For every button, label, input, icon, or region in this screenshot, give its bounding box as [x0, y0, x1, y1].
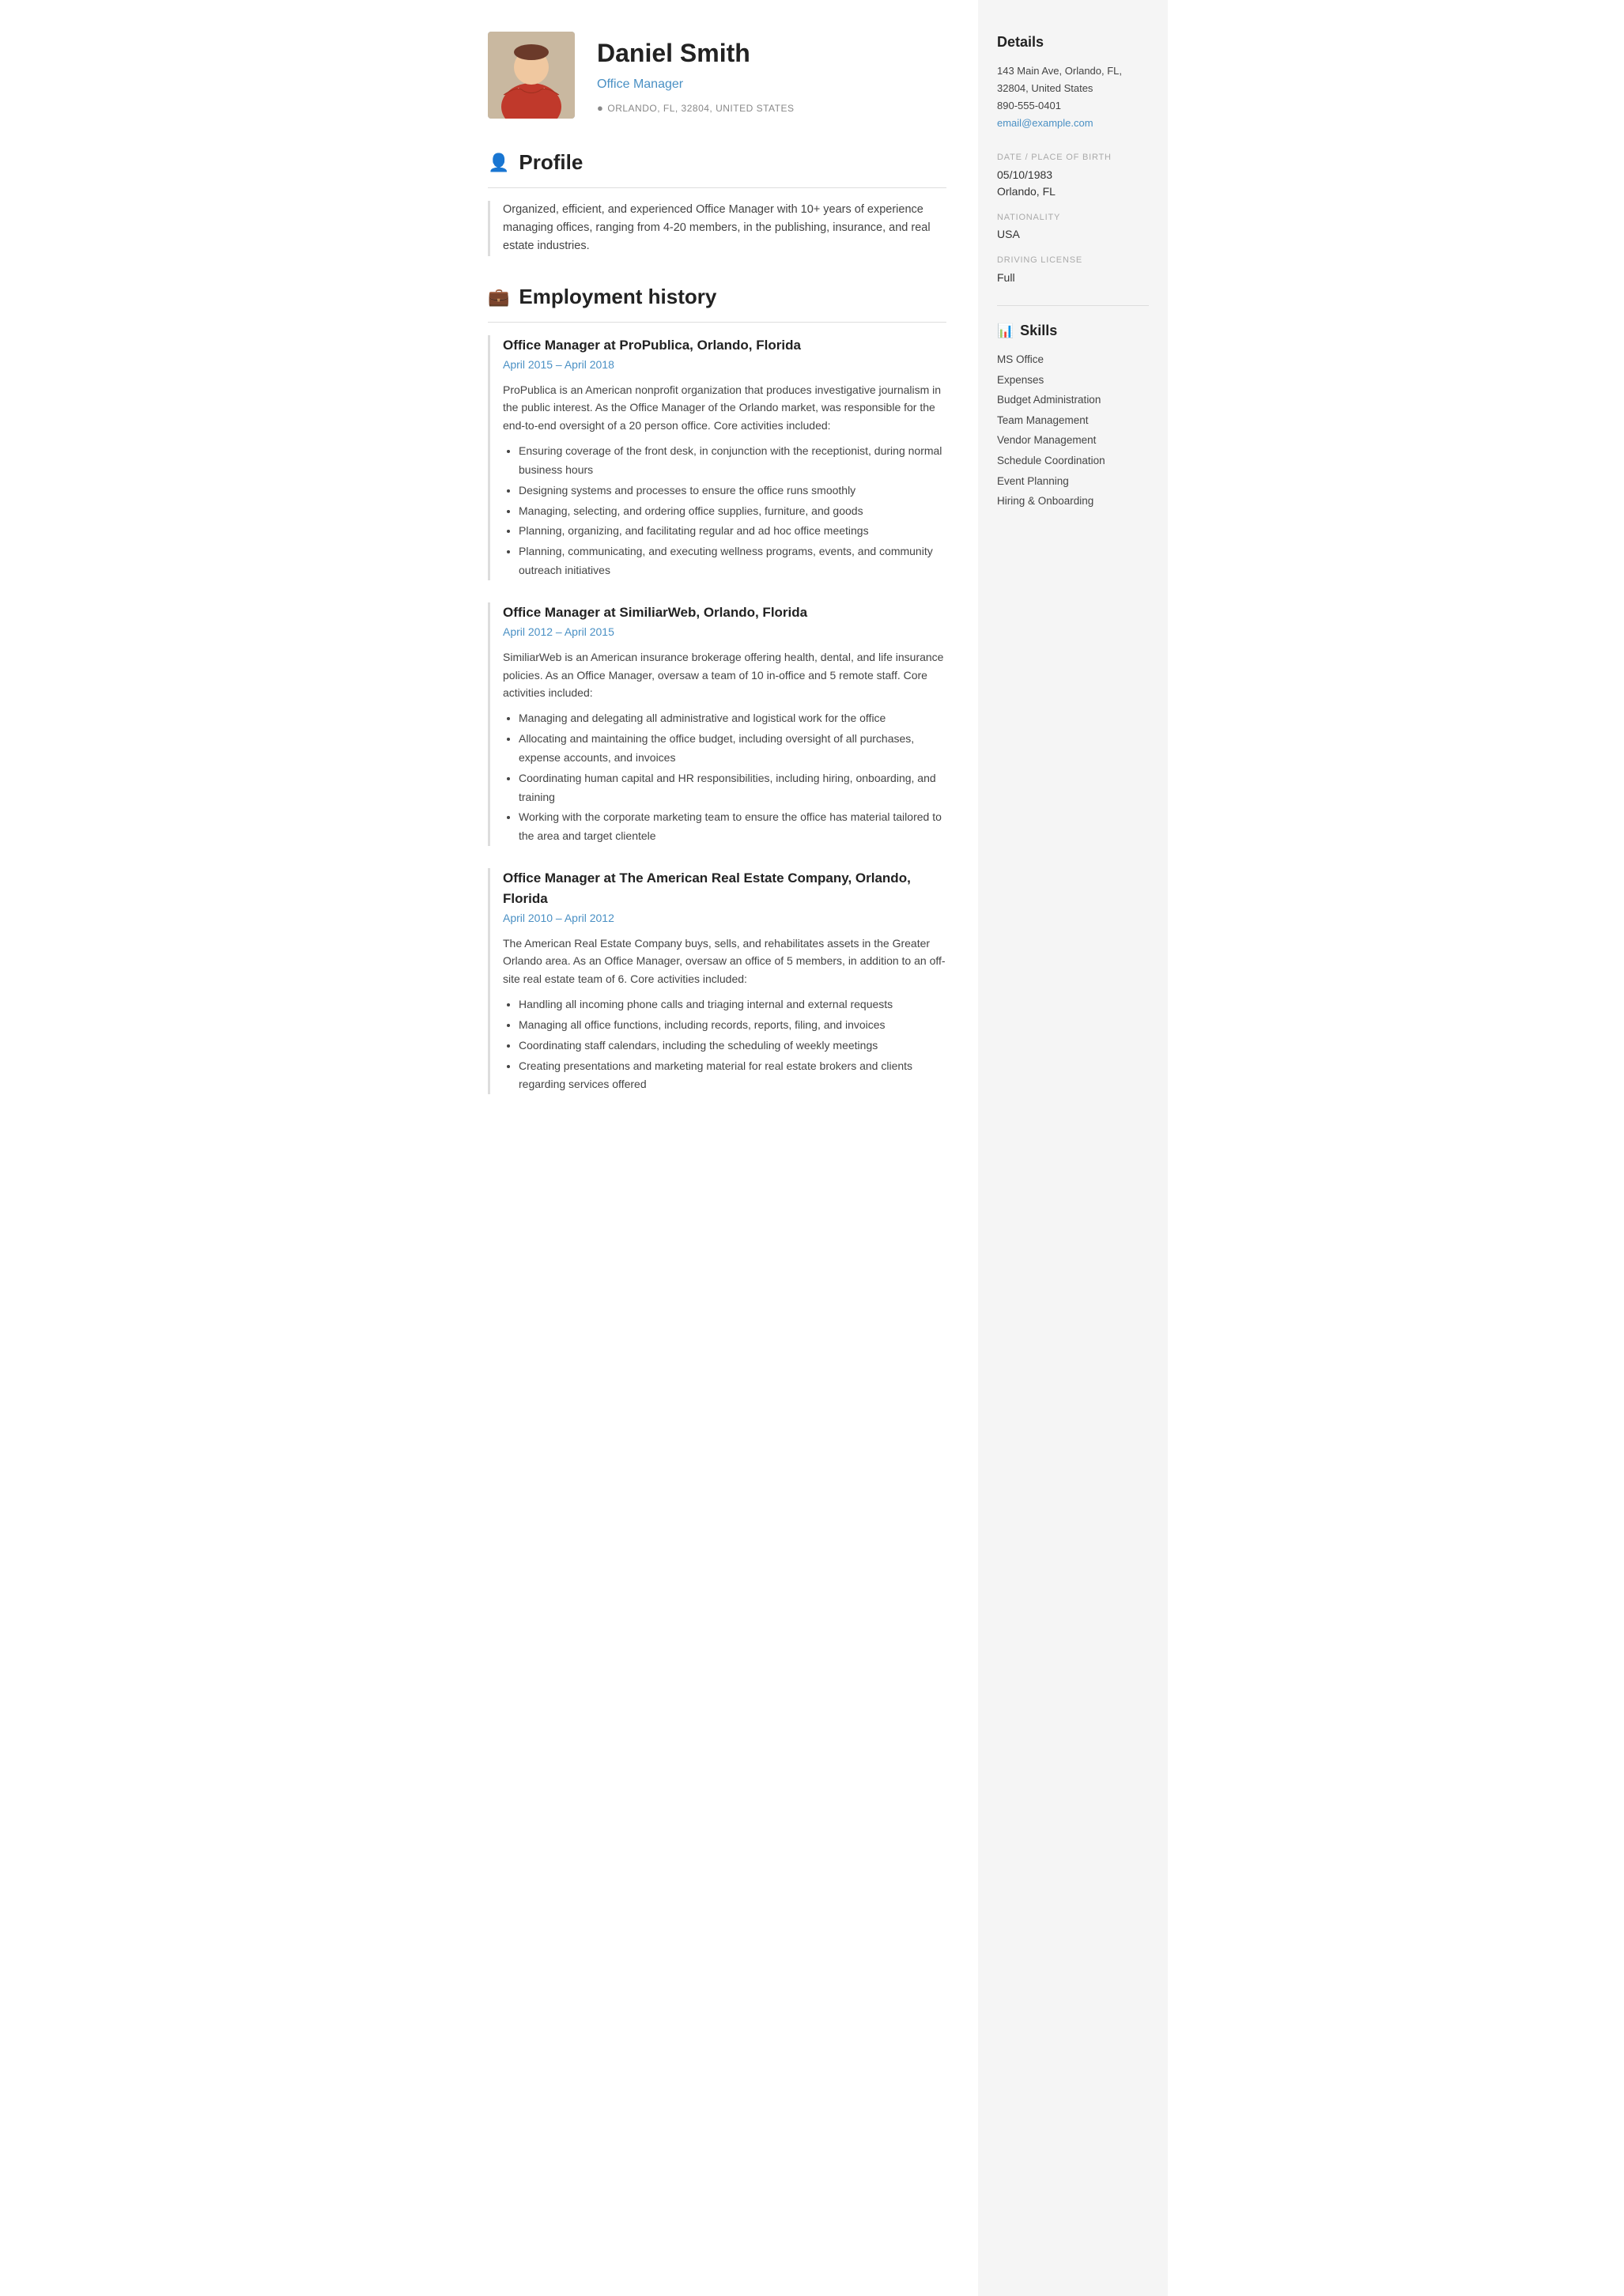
bullet-item: Handling all incoming phone calls and tr… — [519, 995, 946, 1014]
bullet-item: Planning, organizing, and facilitating r… — [519, 522, 946, 541]
skill-item: Event Planning — [997, 471, 1149, 492]
profile-divider — [488, 187, 946, 188]
header-info: Daniel Smith Office Manager ● ORLANDO, F… — [597, 34, 794, 116]
sidebar-details-info: 143 Main Ave, Orlando, FL, 32804, United… — [997, 62, 1149, 132]
skill-item: Schedule Coordination — [997, 451, 1149, 471]
job-desc-2: SimiliarWeb is an American insurance bro… — [503, 648, 946, 701]
employment-title: 💼 Employment history — [488, 281, 946, 312]
skill-item: Hiring & Onboarding — [997, 491, 1149, 512]
sidebar-details-title: Details — [997, 32, 1149, 53]
profile-section: 👤 Profile Organized, efficient, and expe… — [488, 147, 946, 256]
main-content: Daniel Smith Office Manager ● ORLANDO, F… — [456, 0, 978, 2296]
nationality-label: NATIONALITY — [997, 211, 1149, 225]
bullet-item: Allocating and maintaining the office bu… — [519, 730, 946, 768]
bullet-item: Designing systems and processes to ensur… — [519, 481, 946, 500]
employment-icon: 💼 — [488, 284, 509, 310]
candidate-name: Daniel Smith — [597, 34, 794, 72]
bullet-item: Coordinating human capital and HR respon… — [519, 769, 946, 807]
skill-item: Vendor Management — [997, 430, 1149, 451]
job-entry-1: Office Manager at ProPublica, Orlando, F… — [488, 335, 946, 580]
profile-text: Organized, efficient, and experienced Of… — [488, 201, 946, 256]
job-bullets-1: Ensuring coverage of the front desk, in … — [503, 442, 946, 580]
job-title-1: Office Manager at ProPublica, Orlando, F… — [503, 335, 946, 356]
bullet-item: Coordinating staff calendars, including … — [519, 1037, 946, 1055]
resume-page: Daniel Smith Office Manager ● ORLANDO, F… — [456, 0, 1168, 2296]
employment-divider — [488, 322, 946, 323]
candidate-title: Office Manager — [597, 75, 794, 94]
job-dates-1: April 2015 – April 2018 — [503, 357, 946, 373]
skills-list: MS Office Expenses Budget Administration… — [997, 349, 1149, 512]
sidebar-skills-section: 📊 Skills MS Office Expenses Budget Admin… — [997, 320, 1149, 512]
nationality-value: USA — [997, 226, 1149, 243]
location-icon: ● — [597, 100, 603, 116]
driving-value: Full — [997, 270, 1149, 286]
job-entry-2: Office Manager at SimiliarWeb, Orlando, … — [488, 602, 946, 846]
sidebar-divider — [997, 305, 1149, 306]
sidebar-phone: 890-555-0401 — [997, 100, 1061, 111]
skill-item: Expenses — [997, 370, 1149, 391]
driving-label: DRIVING LICENSE — [997, 254, 1149, 267]
bullet-item: Working with the corporate marketing tea… — [519, 808, 946, 846]
bullet-item: Managing and delegating all administrati… — [519, 709, 946, 728]
job-dates-3: April 2010 – April 2012 — [503, 910, 946, 927]
job-title-2: Office Manager at SimiliarWeb, Orlando, … — [503, 602, 946, 623]
candidate-location: ● ORLANDO, FL, 32804, UNITED STATES — [597, 100, 794, 116]
bullet-item: Ensuring coverage of the front desk, in … — [519, 442, 946, 480]
profile-title: 👤 Profile — [488, 147, 946, 178]
sidebar-details-section: Details 143 Main Ave, Orlando, FL, 32804… — [997, 32, 1149, 286]
dob-label: DATE / PLACE OF BIRTH — [997, 151, 1149, 164]
bullet-item: Managing all office functions, including… — [519, 1016, 946, 1035]
sidebar-email[interactable]: email@example.com — [997, 117, 1093, 129]
job-desc-3: The American Real Estate Company buys, s… — [503, 935, 946, 988]
resume-header: Daniel Smith Office Manager ● ORLANDO, F… — [488, 32, 946, 119]
profile-icon: 👤 — [488, 149, 509, 176]
avatar — [488, 32, 575, 119]
skill-item: Budget Administration — [997, 390, 1149, 410]
skills-icon: 📊 — [997, 321, 1014, 342]
skill-item: MS Office — [997, 349, 1149, 370]
job-dates-2: April 2012 – April 2015 — [503, 624, 946, 640]
dob-value: 05/10/1983 Orlando, FL — [997, 167, 1149, 200]
sidebar-address: 143 Main Ave, Orlando, FL, 32804, United… — [997, 65, 1122, 94]
skills-title: 📊 Skills — [997, 320, 1149, 342]
skill-item: Team Management — [997, 410, 1149, 431]
job-title-3: Office Manager at The American Real Esta… — [503, 868, 946, 908]
job-bullets-3: Handling all incoming phone calls and tr… — [503, 995, 946, 1094]
sidebar: Details 143 Main Ave, Orlando, FL, 32804… — [978, 0, 1168, 2296]
job-desc-1: ProPublica is an American nonprofit orga… — [503, 381, 946, 434]
job-bullets-2: Managing and delegating all administrati… — [503, 709, 946, 846]
bullet-item: Creating presentations and marketing mat… — [519, 1057, 946, 1095]
employment-section: 💼 Employment history Office Manager at P… — [488, 281, 946, 1095]
bullet-item: Planning, communicating, and executing w… — [519, 542, 946, 580]
job-entry-3: Office Manager at The American Real Esta… — [488, 868, 946, 1094]
bullet-item: Managing, selecting, and ordering office… — [519, 502, 946, 521]
